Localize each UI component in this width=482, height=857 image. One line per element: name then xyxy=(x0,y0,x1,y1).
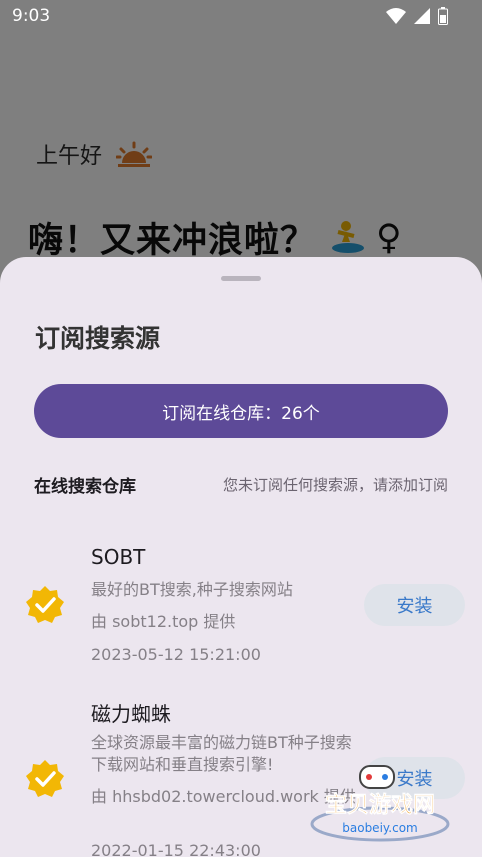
watermark-url: baobeiy.com xyxy=(342,821,417,835)
watermark-logo: 宝贝游戏网 baobeiy.com xyxy=(305,762,455,846)
repo-name: SOBT xyxy=(91,545,146,569)
watermark-title: 宝贝游戏网 xyxy=(325,792,435,818)
signal-icon xyxy=(414,8,430,24)
sheet-drag-handle[interactable] xyxy=(221,276,261,281)
repo-description: 最好的BT搜索,种子搜索网站 xyxy=(91,580,293,599)
watermark-graphic: 宝贝游戏网 baobeiy.com xyxy=(310,765,450,842)
status-icons xyxy=(386,7,448,25)
subscribe-online-repo-button[interactable]: 订阅在线仓库：26个 xyxy=(34,384,448,438)
repo-date: 2023-05-12 15:21:00 xyxy=(91,645,261,664)
section-hint: 您未订阅任何搜索源，请添加订阅 xyxy=(222,476,448,494)
wifi-icon xyxy=(386,8,406,24)
repo-name: 磁力蜘蛛 xyxy=(91,702,171,726)
verified-check-icon xyxy=(26,586,64,623)
status-time: 9:03 xyxy=(12,6,51,26)
verified-check-icon xyxy=(26,760,64,797)
repo-date: 2022-01-15 22:43:00 xyxy=(91,841,261,857)
battery-icon xyxy=(438,7,448,25)
status-bar: 9:03 xyxy=(0,0,482,34)
install-button[interactable]: 安装 xyxy=(364,584,465,626)
section-title: 在线搜索仓库 xyxy=(34,477,136,497)
repo-provider: 由 sobt12.top 提供 xyxy=(91,612,236,631)
sheet-title: 订阅搜索源 xyxy=(35,324,161,353)
